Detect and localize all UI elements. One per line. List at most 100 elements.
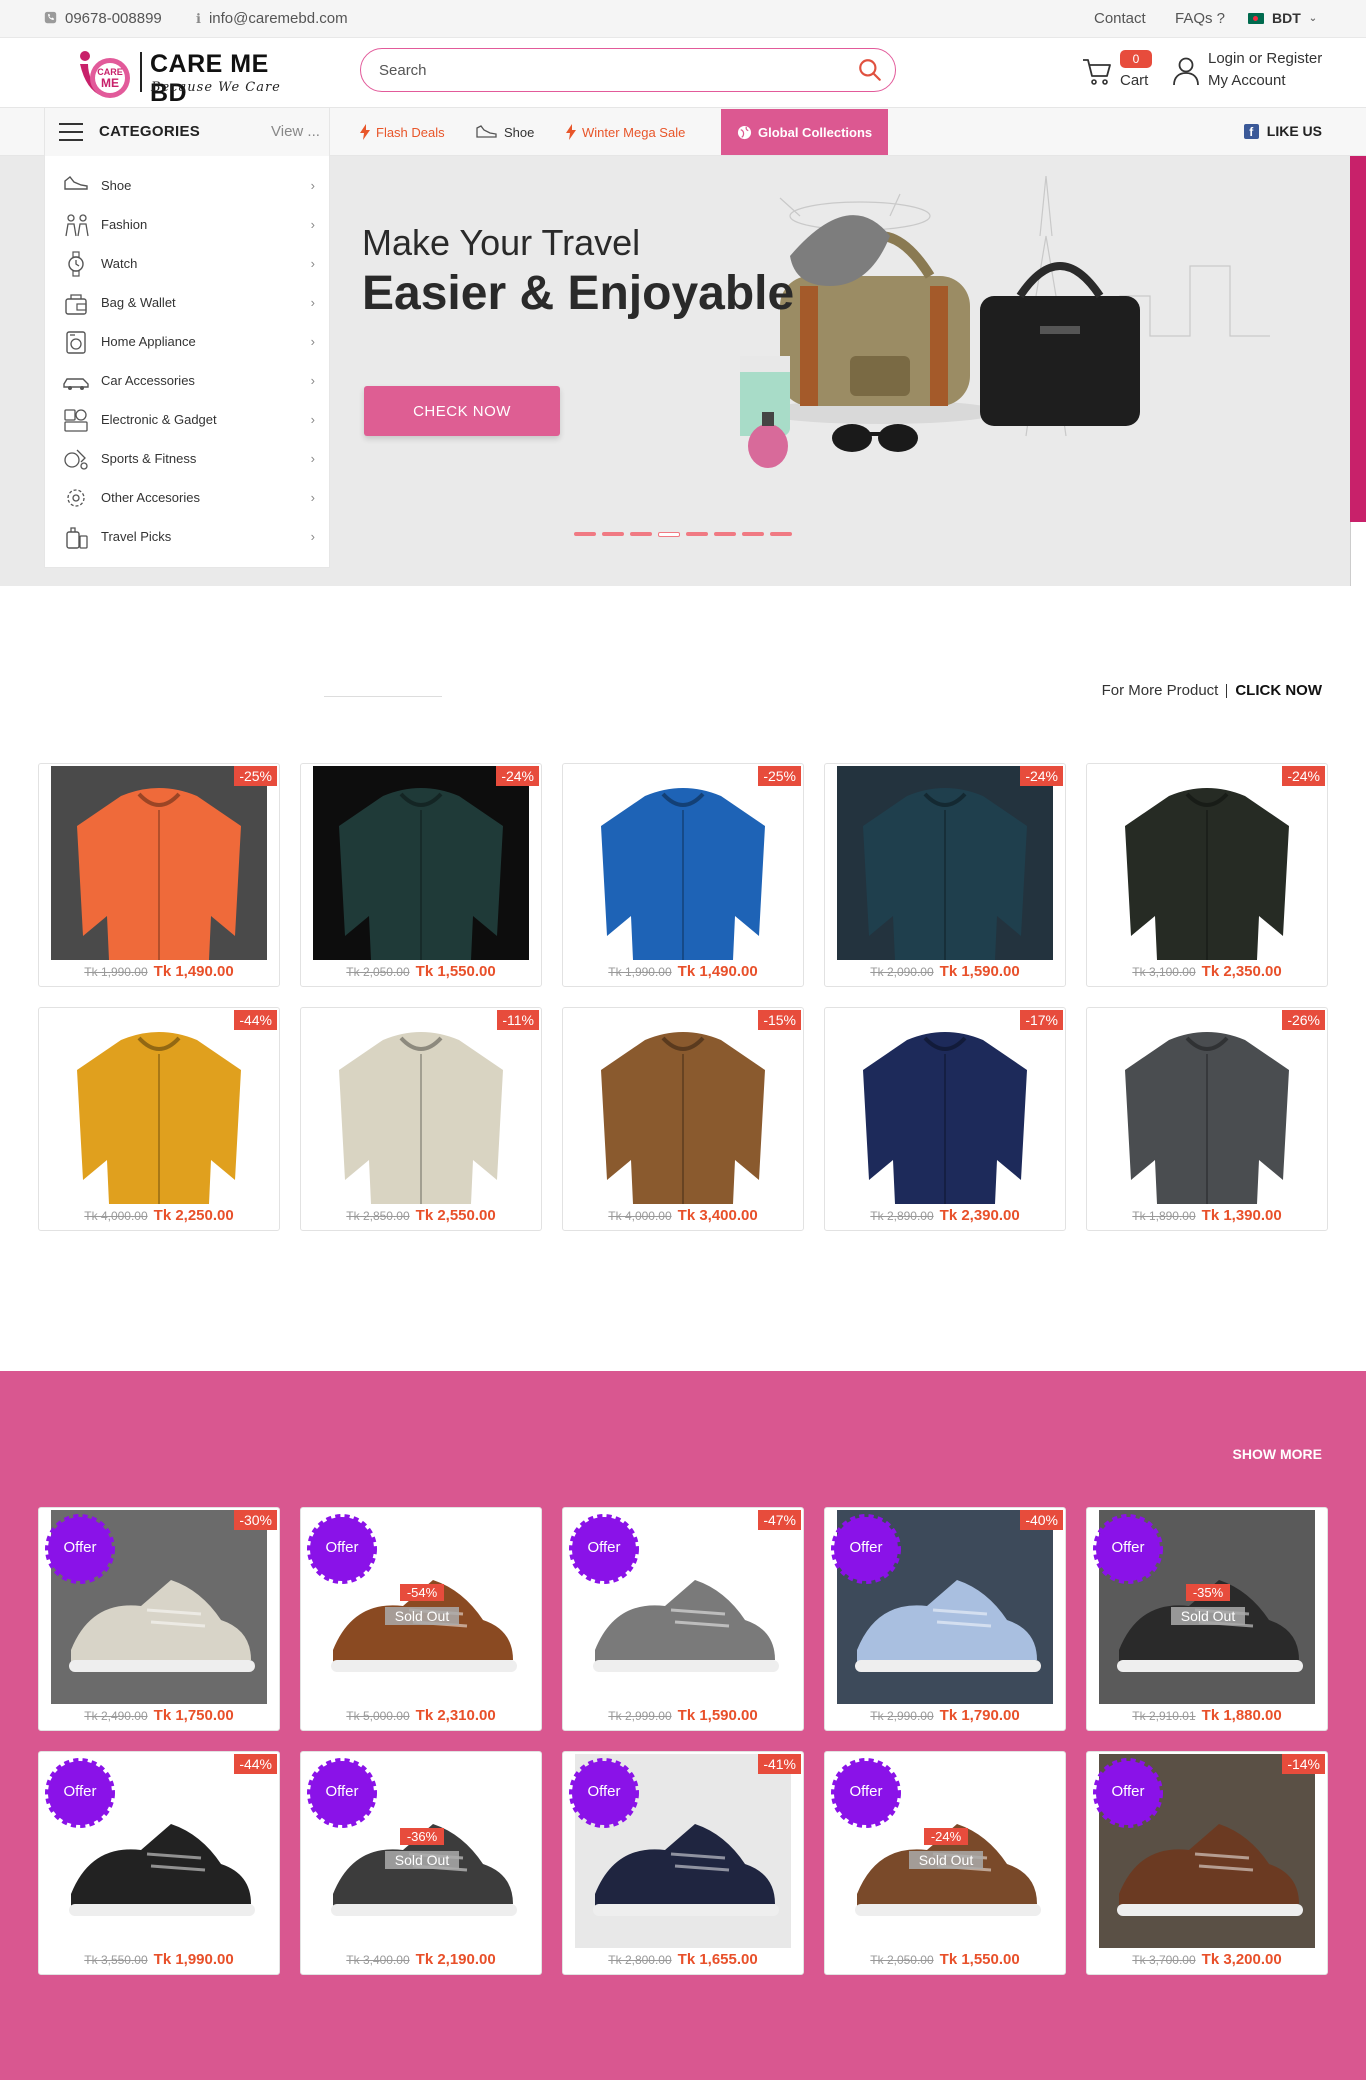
discount-badge: -11%: [497, 1010, 539, 1030]
product-card[interactable]: Offer -24% Sold Out Tk 2,050.00 Tk 1,550.00: [824, 1751, 1066, 1975]
contact-link[interactable]: Contact: [1094, 10, 1146, 27]
product-image[interactable]: [313, 1010, 529, 1204]
product-image[interactable]: [51, 1010, 267, 1204]
category-item-fashion[interactable]: Fashion ›: [45, 205, 329, 244]
login-register-link[interactable]: Login or Register: [1208, 50, 1322, 67]
click-now-link[interactable]: CLICK NOW: [1235, 682, 1322, 699]
sale-price: Tk 1,990.00: [153, 1951, 234, 1968]
slider-dot-active[interactable]: [658, 532, 680, 537]
category-item-car-accessories[interactable]: Car Accessories ›: [45, 361, 329, 400]
my-account-link[interactable]: My Account: [1208, 72, 1286, 89]
product-prices: Tk 2,999.00 Tk 1,590.00: [563, 1707, 803, 1725]
category-item-bag-wallet[interactable]: Bag & Wallet ›: [45, 283, 329, 322]
sale-price: Tk 2,310.00: [415, 1707, 496, 1724]
cart-button[interactable]: 0 Cart: [1082, 50, 1172, 96]
more-products-link[interactable]: For More Product CLICK NOW: [1102, 682, 1322, 699]
chevron-right-icon: ›: [310, 490, 315, 505]
category-item-travel-picks[interactable]: Travel Picks ›: [45, 517, 329, 556]
product-prices: Tk 3,700.00 Tk 3,200.00: [1087, 1951, 1327, 1969]
product-card[interactable]: -26% Tk 1,890.00 Tk 1,390.00: [1086, 1007, 1328, 1231]
sale-price: Tk 1,880.00: [1201, 1707, 1282, 1724]
product-card[interactable]: -44% Tk 4,000.00 Tk 2,250.00: [38, 1007, 280, 1231]
product-card[interactable]: -24% Tk 2,090.00 Tk 1,590.00: [824, 763, 1066, 987]
sale-price: Tk 2,550.00: [415, 1207, 496, 1224]
product-card[interactable]: -25% Tk 1,990.00 Tk 1,490.00: [562, 763, 804, 987]
currency-selector[interactable]: BDT ⌄: [1248, 10, 1317, 26]
sale-price: Tk 1,590.00: [939, 963, 1020, 980]
product-image[interactable]: [313, 766, 529, 960]
product-card[interactable]: Offer -36% Sold Out Tk 3,400.00 Tk 2,190.00: [300, 1751, 542, 1975]
old-price: Tk 2,850.00: [346, 1209, 410, 1223]
category-label: Home Appliance: [101, 334, 196, 349]
categories-toggle[interactable]: CATEGORIES View ...: [44, 108, 330, 156]
product-image[interactable]: [1099, 766, 1315, 960]
show-more-link[interactable]: SHOW MORE: [1233, 1446, 1322, 1462]
shoe-icon: [476, 125, 497, 138]
product-card[interactable]: Offer -47% Tk 2,999.00 Tk 1,590.00: [562, 1507, 804, 1731]
nav-flash-deals[interactable]: Flash Deals: [360, 108, 445, 156]
category-item-electronic-gadget[interactable]: Electronic & Gadget ›: [45, 400, 329, 439]
offer-label: Offer: [1111, 1783, 1145, 1800]
product-card[interactable]: -11% Tk 2,850.00 Tk 2,550.00: [300, 1007, 542, 1231]
search-input[interactable]: [379, 59, 839, 81]
product-card[interactable]: Offer -54% Sold Out Tk 5,000.00 Tk 2,310.00: [300, 1507, 542, 1731]
product-card[interactable]: -24% Tk 3,100.00 Tk 2,350.00: [1086, 763, 1328, 987]
offer-label: Offer: [63, 1539, 97, 1556]
faqs-link[interactable]: FAQs ?: [1175, 10, 1225, 27]
bag-icon: [65, 293, 87, 315]
product-card[interactable]: Offer -44% Tk 3,550.00 Tk 1,990.00: [38, 1751, 280, 1975]
chevron-right-icon: ›: [310, 529, 315, 544]
sold-out-label: Sold Out: [1171, 1607, 1245, 1625]
old-price: Tk 4,000.00: [84, 1209, 148, 1223]
product-card[interactable]: Offer -40% Tk 2,990.00 Tk 1,790.00: [824, 1507, 1066, 1731]
account-menu[interactable]: Login or Register My Account: [1172, 50, 1362, 96]
category-item-shoe[interactable]: Shoe ›: [45, 166, 329, 205]
check-now-button[interactable]: CHECK NOW: [364, 386, 560, 436]
product-prices: Tk 2,050.00 Tk 1,550.00: [301, 963, 541, 981]
slider-dot[interactable]: [714, 532, 736, 536]
category-item-watch[interactable]: Watch ›: [45, 244, 329, 283]
separator: [1226, 683, 1228, 698]
old-price: Tk 1,890.00: [1132, 1209, 1196, 1223]
product-image[interactable]: [837, 1010, 1053, 1204]
product-image[interactable]: [837, 766, 1053, 960]
email-address: info@caremebd.com: [208, 10, 348, 27]
old-price: Tk 2,910.01: [1132, 1709, 1196, 1723]
facebook-like-link[interactable]: f LIKE US: [1243, 123, 1322, 139]
product-image[interactable]: [575, 766, 791, 960]
category-item-other-accesories[interactable]: Other Accesories ›: [45, 478, 329, 517]
slider-dot[interactable]: [602, 532, 624, 536]
product-card[interactable]: -15% Tk 4,000.00 Tk 3,400.00: [562, 1007, 804, 1231]
slider-dot[interactable]: [770, 532, 792, 536]
nav-shoe[interactable]: Shoe: [476, 108, 534, 156]
product-prices: Tk 2,090.00 Tk 1,590.00: [825, 963, 1065, 981]
product-card[interactable]: -24% Tk 2,050.00 Tk 1,550.00: [300, 763, 542, 987]
view-all-link[interactable]: View ...: [271, 123, 320, 140]
offer-label: Offer: [325, 1539, 359, 1556]
currency-label: BDT: [1272, 10, 1301, 26]
product-card[interactable]: Offer -41% Tk 2,800.00 Tk 1,655.00: [562, 1751, 804, 1975]
travel-icon: [66, 526, 88, 549]
slider-dot[interactable]: [686, 532, 708, 536]
category-item-home-appliance[interactable]: Home Appliance ›: [45, 322, 329, 361]
product-card[interactable]: Offer -30% Tk 2,490.00 Tk 1,750.00: [38, 1507, 280, 1731]
site-logo[interactable]: CARE ME CARE ME BD Because We Care: [76, 46, 296, 107]
product-image[interactable]: [51, 766, 267, 960]
product-image[interactable]: [1099, 1010, 1315, 1204]
product-card[interactable]: Offer -14% Tk 3,700.00 Tk 3,200.00: [1086, 1751, 1328, 1975]
nav-global-collections[interactable]: Global Collections: [721, 109, 889, 155]
search-icon[interactable]: [857, 57, 883, 83]
category-label: Sports & Fitness: [101, 451, 197, 466]
email-contact[interactable]: ℹ info@caremebd.com: [196, 10, 348, 27]
product-card[interactable]: Offer -35% Sold Out Tk 2,910.01 Tk 1,880.00: [1086, 1507, 1328, 1731]
category-item-sports-fitness[interactable]: Sports & Fitness ›: [45, 439, 329, 478]
product-card[interactable]: -25% Tk 1,990.00 Tk 1,490.00: [38, 763, 280, 987]
old-price: Tk 2,050.00: [346, 965, 410, 979]
nav-winter-mega-sale[interactable]: Winter Mega Sale: [566, 108, 685, 156]
product-card[interactable]: -17% Tk 2,890.00 Tk 2,390.00: [824, 1007, 1066, 1231]
slider-dot[interactable]: [574, 532, 596, 536]
phone-contact[interactable]: 09678-008899: [44, 10, 162, 27]
slider-dot[interactable]: [630, 532, 652, 536]
product-image[interactable]: [575, 1010, 791, 1204]
slider-dot[interactable]: [742, 532, 764, 536]
